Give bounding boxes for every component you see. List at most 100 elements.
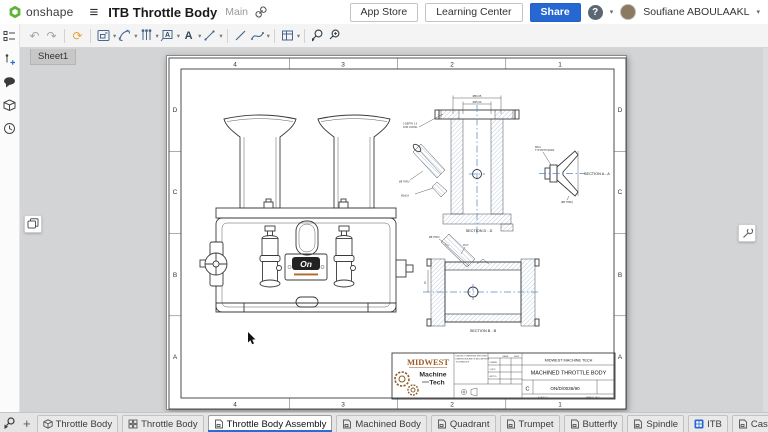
measure-magnifier-icon — [310, 28, 325, 43]
table-caret-icon[interactable]: ▾ — [297, 32, 300, 40]
drawing-title: MACHINED THROTTLE BODY — [531, 371, 607, 377]
zoom-magnifier-icon — [327, 28, 342, 43]
callout-icon: A — [160, 28, 175, 43]
tab-trumpet[interactable]: Trumpet — [500, 415, 560, 432]
drawing-number: ON/D/0036/90 — [550, 386, 580, 391]
spline-caret-icon[interactable]: ▾ — [267, 32, 270, 40]
undo-button[interactable]: ↶ — [26, 27, 43, 45]
title-block[interactable]: MIDWEST Machine Tech UNLESS OTHERWISE SP… — [392, 353, 615, 399]
company-name: MIDWEST MACHINE TECH — [545, 359, 593, 363]
insert-view-button[interactable] — [95, 27, 112, 45]
zoom-search-button[interactable] — [326, 27, 343, 45]
toolbar-separator — [227, 29, 228, 43]
tab-quadrant[interactable]: Quadrant — [431, 415, 496, 432]
main-menu-icon[interactable]: ≡ — [89, 5, 98, 20]
share-button[interactable]: Share — [530, 3, 581, 22]
user-name[interactable]: Soufiane ABOULAAKL — [643, 6, 749, 18]
zone-col: 2 — [450, 62, 454, 69]
zone-col: 2 — [450, 402, 454, 409]
line-icon — [233, 28, 248, 43]
badge-text: On — [300, 259, 312, 269]
header-actions: App Store Learning Center Share ? ▾ Souf… — [350, 3, 760, 22]
top-bar: onshape ≡ ITB Throttle Body Main App Sto… — [0, 0, 768, 24]
tb-col: DATE — [514, 355, 520, 358]
sheet-properties-toggle[interactable] — [738, 224, 756, 242]
app-store-button[interactable]: App Store — [350, 3, 419, 22]
sheet-list-icon[interactable] — [1, 28, 18, 45]
projection-symbol — [461, 388, 477, 396]
drawing-canvas[interactable]: Sheet1 — [20, 48, 768, 412]
onshape-logo-icon — [8, 5, 22, 19]
callout-button[interactable]: A — [159, 27, 176, 45]
tb-row: DRAWN — [490, 361, 498, 364]
tb-notes: DIMENSIONS ARE IN MILLIMETERS — [456, 358, 490, 361]
toolbar-separator — [274, 29, 275, 43]
history-icon[interactable] — [1, 120, 18, 137]
comment-icon[interactable] — [1, 74, 18, 91]
ordinate-dimension-button[interactable] — [138, 27, 155, 45]
section-bb-view[interactable]: 34 Ø8 THRU 45.0° SECTION B - B — [423, 234, 539, 333]
onshape-app: onshape ≡ ITB Throttle Body Main App Sto… — [0, 0, 768, 432]
update-button[interactable]: ⟳ — [69, 27, 86, 45]
section-dd-view[interactable]: Ø50.05 Ø45.00 — [399, 94, 519, 235]
tab-spindle[interactable]: Spindle — [627, 415, 684, 432]
line-button[interactable] — [232, 27, 249, 45]
section-aa-view[interactable]: M6x1 TYP BOTH ENDS (Ø8 THRU) SECTION A -… — [535, 146, 610, 204]
workspace-name[interactable]: Main — [225, 6, 248, 18]
spline-icon — [250, 28, 265, 43]
zone-col: 1 — [558, 402, 562, 409]
search-tabs-icon — [3, 416, 17, 430]
canvas-scrollbar[interactable] — [763, 48, 768, 412]
spline-button[interactable] — [249, 27, 266, 45]
share-link-icon[interactable] — [254, 5, 268, 19]
zone-row: B — [618, 272, 622, 279]
centerline-button[interactable] — [201, 27, 218, 45]
search-tabs-button[interactable] — [3, 415, 17, 431]
zone-col: 3 — [341, 402, 345, 409]
text-button[interactable]: A — [180, 27, 197, 45]
tab-butterfly[interactable]: Butterfly — [564, 415, 624, 432]
user-avatar[interactable] — [620, 4, 636, 20]
mouse-cursor — [248, 332, 255, 344]
user-menu-caret-icon[interactable]: ▾ — [756, 8, 760, 16]
text-icon: A — [185, 30, 193, 42]
sheets-panel-toggle[interactable] — [24, 215, 42, 233]
redo-icon: ↷ — [46, 30, 56, 42]
help-caret-icon[interactable]: ▾ — [610, 8, 614, 16]
document-title: ITB Throttle Body — [108, 5, 217, 20]
redo-button[interactable]: ↷ — [43, 27, 60, 45]
section-label: SECTION B - B — [470, 329, 497, 333]
tb-col: NAME — [503, 355, 509, 358]
drawing-tab-icon — [437, 419, 447, 429]
dim-inner: Ø45.00 — [473, 100, 482, 104]
dimension-pin-icon[interactable] — [1, 51, 18, 68]
learning-center-button[interactable]: Learning Center — [425, 3, 522, 22]
front-view[interactable]: On — [200, 115, 413, 312]
add-tab-button[interactable]: + — [23, 416, 31, 431]
dimension-icon — [117, 28, 132, 43]
drawing-sheet[interactable]: 4 3 2 1 4 3 2 1 D C B A D C B A — [166, 55, 627, 410]
dimension-button[interactable] — [116, 27, 133, 45]
tab-itb[interactable]: ITB — [688, 415, 728, 432]
note: (Ø8 THRU) — [561, 201, 573, 204]
drawing-sheet-svg[interactable]: 4 3 2 1 4 3 2 1 D C B A D C B A — [167, 56, 628, 411]
tab-throttle-body-assembly-drawing[interactable]: Throttle Body Assembly — [208, 415, 333, 432]
zone-row: C — [618, 189, 623, 196]
zone-col: 3 — [341, 62, 345, 69]
tab-throttle-body-partstudio[interactable]: Throttle Body — [37, 415, 119, 432]
tab-throttle-body-assembly-doc[interactable]: Throttle Body — [122, 415, 204, 432]
tab-machined-body[interactable]: Machined Body — [336, 415, 426, 432]
undo-icon: ↶ — [29, 30, 39, 42]
centerline-caret-icon[interactable]: ▾ — [219, 32, 222, 40]
help-icon[interactable]: ? — [588, 5, 603, 20]
note: Ø8 THRU — [399, 181, 410, 184]
table-button[interactable] — [279, 27, 296, 45]
cube-3d-icon[interactable] — [1, 97, 18, 114]
sheet-tab[interactable]: Sheet1 — [30, 49, 76, 65]
section-label: SECTION D - D — [466, 229, 493, 233]
onshape-logo[interactable]: onshape — [8, 5, 73, 19]
measure-button[interactable] — [309, 27, 326, 45]
tb-notes: UNLESS OTHERWISE SPECIFIED: — [456, 356, 489, 358]
tab-cast-body[interactable]: Cast Body — [732, 415, 768, 432]
document-tab-bar: + Throttle Body Throttle Body Throttle B… — [0, 412, 768, 432]
